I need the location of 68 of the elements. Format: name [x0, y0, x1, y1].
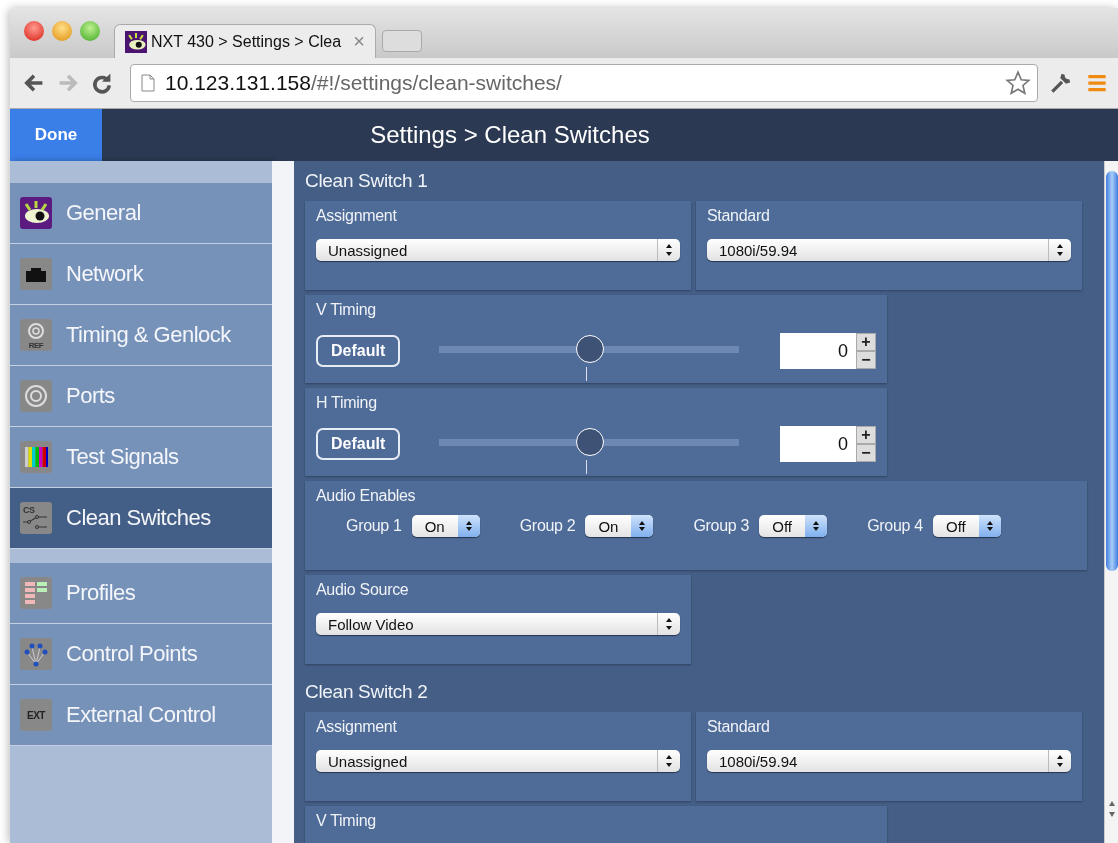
stepper-arrows-icon — [1056, 243, 1064, 257]
ref-connector-icon: REF — [20, 319, 52, 351]
section-title: Clean Switch 2 — [305, 680, 429, 704]
default-button[interactable]: Default — [316, 335, 401, 367]
zoom-window-button[interactable] — [80, 21, 100, 41]
increment-button[interactable]: + — [856, 333, 876, 351]
dropdown[interactable]: Follow Video — [316, 613, 680, 635]
group-label: Group 2 — [519, 517, 576, 535]
default-button[interactable]: Default — [316, 428, 401, 460]
field-label: V Timing — [316, 812, 377, 830]
stepper-arrows-icon — [638, 519, 647, 533]
stepper-arrows-icon — [665, 243, 673, 257]
connector-icon — [20, 380, 52, 412]
stepper-arrows-icon — [464, 519, 473, 533]
popup-button[interactable]: Off — [932, 515, 1001, 537]
number-field[interactable]: 0 — [780, 426, 856, 462]
browser-tab[interactable]: NXT 430 > Settings > Clea × — [114, 24, 376, 58]
field-label: H Timing — [316, 394, 378, 412]
ethernet-port-icon — [20, 258, 52, 290]
dropdown[interactable]: 1080i/59.94 — [707, 750, 1071, 772]
decrement-button[interactable]: − — [856, 444, 876, 462]
field-label: Audio Enables — [316, 487, 417, 506]
number-field[interactable]: 0 — [780, 333, 856, 369]
stepper-arrows-icon — [665, 754, 673, 768]
eye-icon — [20, 197, 52, 229]
field-label: Standard — [707, 718, 771, 737]
dropdown[interactable]: Unassigned — [316, 239, 680, 261]
new-tab-button[interactable] — [382, 30, 422, 52]
group-label: Group 4 — [867, 517, 923, 535]
sidebar-item[interactable]: CS Clean Switches — [10, 488, 272, 549]
stepper-arrows-icon — [1056, 754, 1064, 768]
stepper-arrows-icon — [812, 519, 821, 533]
increment-button[interactable]: + — [856, 426, 876, 444]
section-title: Clean Switch 1 — [305, 169, 429, 193]
field-label: Assignment — [316, 718, 398, 737]
tab-title: NXT 430 > Settings > Clea — [151, 32, 342, 51]
slider-thumb[interactable] — [576, 335, 605, 363]
field-label: V Timing — [316, 301, 377, 319]
decrement-button[interactable]: − — [856, 351, 876, 369]
sidebar-item[interactable]: EXT External Control — [10, 685, 272, 746]
popup-button[interactable]: On — [411, 515, 480, 537]
slider-thumb[interactable] — [576, 428, 605, 456]
field-label: Standard — [707, 207, 771, 226]
switch-icon: CS — [20, 502, 52, 534]
group-label: Group 3 — [693, 517, 750, 535]
reload-icon[interactable] — [90, 71, 114, 95]
network-nodes-icon — [20, 638, 52, 670]
group-label: Group 1 — [346, 517, 402, 535]
address-bar[interactable]: 10.123.131.158/#!/settings/clean-switches/ — [130, 64, 1038, 102]
ext-icon: EXT — [20, 699, 52, 731]
stepper-arrows-icon — [985, 519, 994, 533]
scrollbar[interactable] — [1104, 161, 1118, 843]
popup-button[interactable]: On — [585, 515, 654, 537]
page-icon — [141, 74, 155, 92]
done-button[interactable]: Done — [10, 109, 102, 161]
bookmark-star-icon[interactable] — [1005, 70, 1031, 96]
eye-icon — [125, 30, 147, 53]
list-icon — [20, 577, 52, 609]
color-bars-icon — [20, 441, 52, 473]
sidebar-item[interactable]: REF Timing & Genlock — [10, 305, 272, 366]
field-label: Assignment — [316, 207, 398, 226]
page-title: Settings > Clean Switches — [369, 121, 651, 149]
stepper-arrows-icon — [665, 617, 673, 631]
popup-button[interactable]: Off — [759, 515, 828, 537]
field-label: Audio Source — [316, 581, 410, 600]
dropdown[interactable]: Unassigned — [316, 750, 680, 772]
dropdown[interactable]: 1080i/59.94 — [707, 239, 1071, 261]
close-window-button[interactable] — [24, 21, 44, 41]
